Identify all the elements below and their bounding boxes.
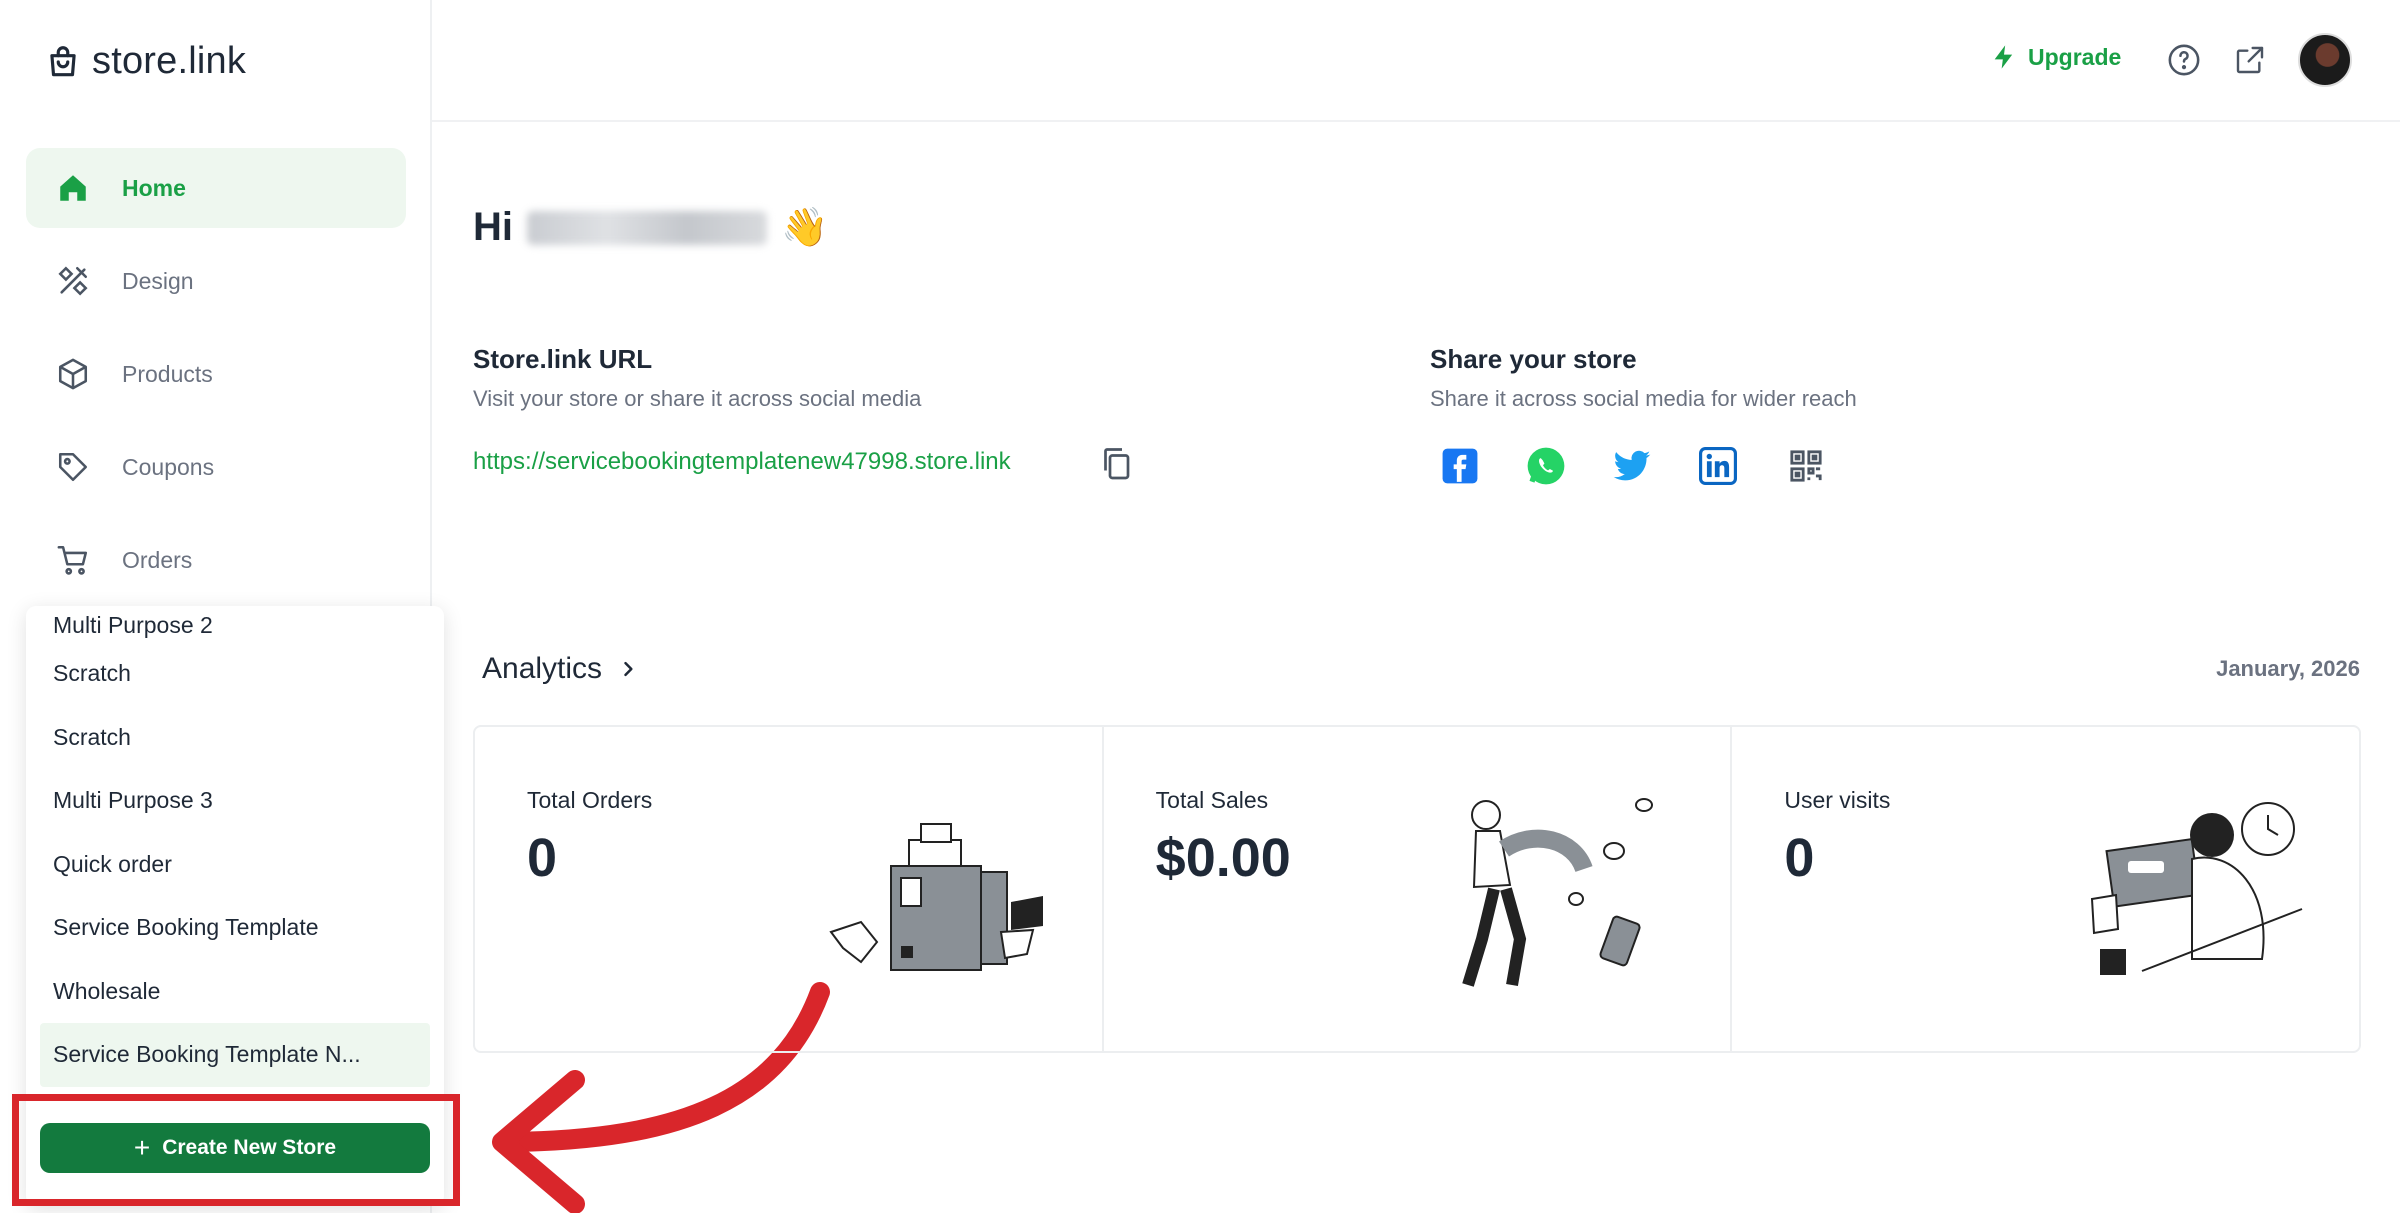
tag-icon: [54, 448, 92, 486]
top-header: Upgrade: [432, 0, 2400, 122]
total-sales-card[interactable]: Total Sales $0.00: [1104, 727, 1733, 1051]
card-label: Total Orders: [527, 787, 653, 813]
facebook-icon[interactable]: [1438, 444, 1482, 488]
share-store-subtitle: Share it across social media for wider r…: [1430, 386, 1857, 411]
qr-code-icon[interactable]: [1784, 444, 1828, 488]
card-label: Total Sales: [1155, 787, 1269, 813]
sidebar-item-label: Design: [122, 267, 194, 294]
store-url-title: Store.link URL: [473, 344, 653, 374]
greeting: Hi 👋: [473, 205, 828, 250]
sidebar-item-label: Coupons: [122, 453, 215, 480]
lightning-icon: [1994, 45, 2013, 69]
card-value: $0.00: [1155, 828, 1291, 888]
avatar[interactable]: [2298, 33, 2352, 87]
annotation-highlight-box: [12, 1094, 460, 1206]
linkedin-icon[interactable]: [1696, 444, 1740, 488]
analytics-cards: Total Orders 0 Total Sales $0.00 User vi…: [473, 725, 2361, 1053]
sidebar-item-orders[interactable]: Orders: [26, 520, 406, 600]
box-icon: [54, 355, 92, 393]
cart-icon: [54, 541, 92, 579]
wave-emoji: 👋: [781, 206, 829, 249]
store-url-link[interactable]: https://servicebookingtemplatenew47998.s…: [473, 448, 1011, 476]
sidebar-item-label: Orders: [122, 546, 193, 573]
laptop-person-illustration: [2091, 802, 2303, 975]
printer-illustration: [829, 823, 1043, 971]
store-item[interactable]: Quick order: [26, 833, 444, 897]
upgrade-button[interactable]: Upgrade: [1990, 42, 2121, 72]
redacted-user-name: [527, 210, 767, 245]
store-item[interactable]: Service Booking Template: [26, 896, 444, 960]
sidebar-item-label: Products: [122, 360, 213, 387]
shopping-bag-icon: [50, 45, 76, 76]
analytics-title: Analytics: [482, 652, 603, 685]
logo[interactable]: store.link: [44, 40, 246, 83]
store-item[interactable]: Multi Purpose 2: [26, 606, 444, 642]
store-item[interactable]: Scratch: [26, 706, 444, 770]
sidebar-item-coupons[interactable]: Coupons: [26, 427, 406, 507]
magnet-illustration: [1461, 798, 1653, 987]
card-value: 0: [527, 828, 558, 888]
copy-icon[interactable]: [1098, 444, 1134, 480]
card-label: User visits: [1784, 787, 1891, 813]
sidebar-item-products[interactable]: Products: [26, 334, 406, 414]
external-link-icon[interactable]: [2232, 42, 2268, 78]
sidebar: store.link Home Design Products Coupons: [0, 0, 444, 1213]
card-value: 0: [1784, 828, 1815, 888]
design-tools-icon: [54, 262, 92, 300]
logo-text: store.link: [92, 40, 247, 82]
store-item[interactable]: Multi Purpose 3: [26, 769, 444, 833]
share-store-title: Share your store: [1430, 344, 1637, 374]
sidebar-item-label: Home: [122, 174, 186, 201]
help-circle-icon[interactable]: [2166, 42, 2202, 78]
chevron-right-icon: [624, 661, 633, 677]
analytics-link[interactable]: Analytics: [482, 652, 638, 686]
store-item[interactable]: Scratch: [26, 642, 444, 706]
store-item[interactable]: Wholesale: [26, 960, 444, 1024]
whatsapp-icon[interactable]: [1524, 444, 1568, 488]
home-icon: [54, 169, 92, 207]
user-visits-card[interactable]: User visits 0: [1732, 727, 2359, 1051]
upgrade-label: Upgrade: [2028, 43, 2122, 70]
sidebar-item-design[interactable]: Design: [26, 241, 406, 321]
twitter-icon[interactable]: [1610, 444, 1654, 488]
analytics-date: January, 2026: [2216, 656, 2360, 681]
sidebar-nav: Home Design Products Coupons Orders: [26, 148, 406, 613]
store-url-subtitle: Visit your store or share it across soci…: [473, 386, 922, 411]
greeting-prefix: Hi: [473, 205, 513, 249]
sidebar-item-home[interactable]: Home: [26, 148, 406, 228]
store-item-selected[interactable]: Service Booking Template N...: [40, 1023, 430, 1087]
total-orders-card[interactable]: Total Orders 0: [475, 727, 1104, 1051]
